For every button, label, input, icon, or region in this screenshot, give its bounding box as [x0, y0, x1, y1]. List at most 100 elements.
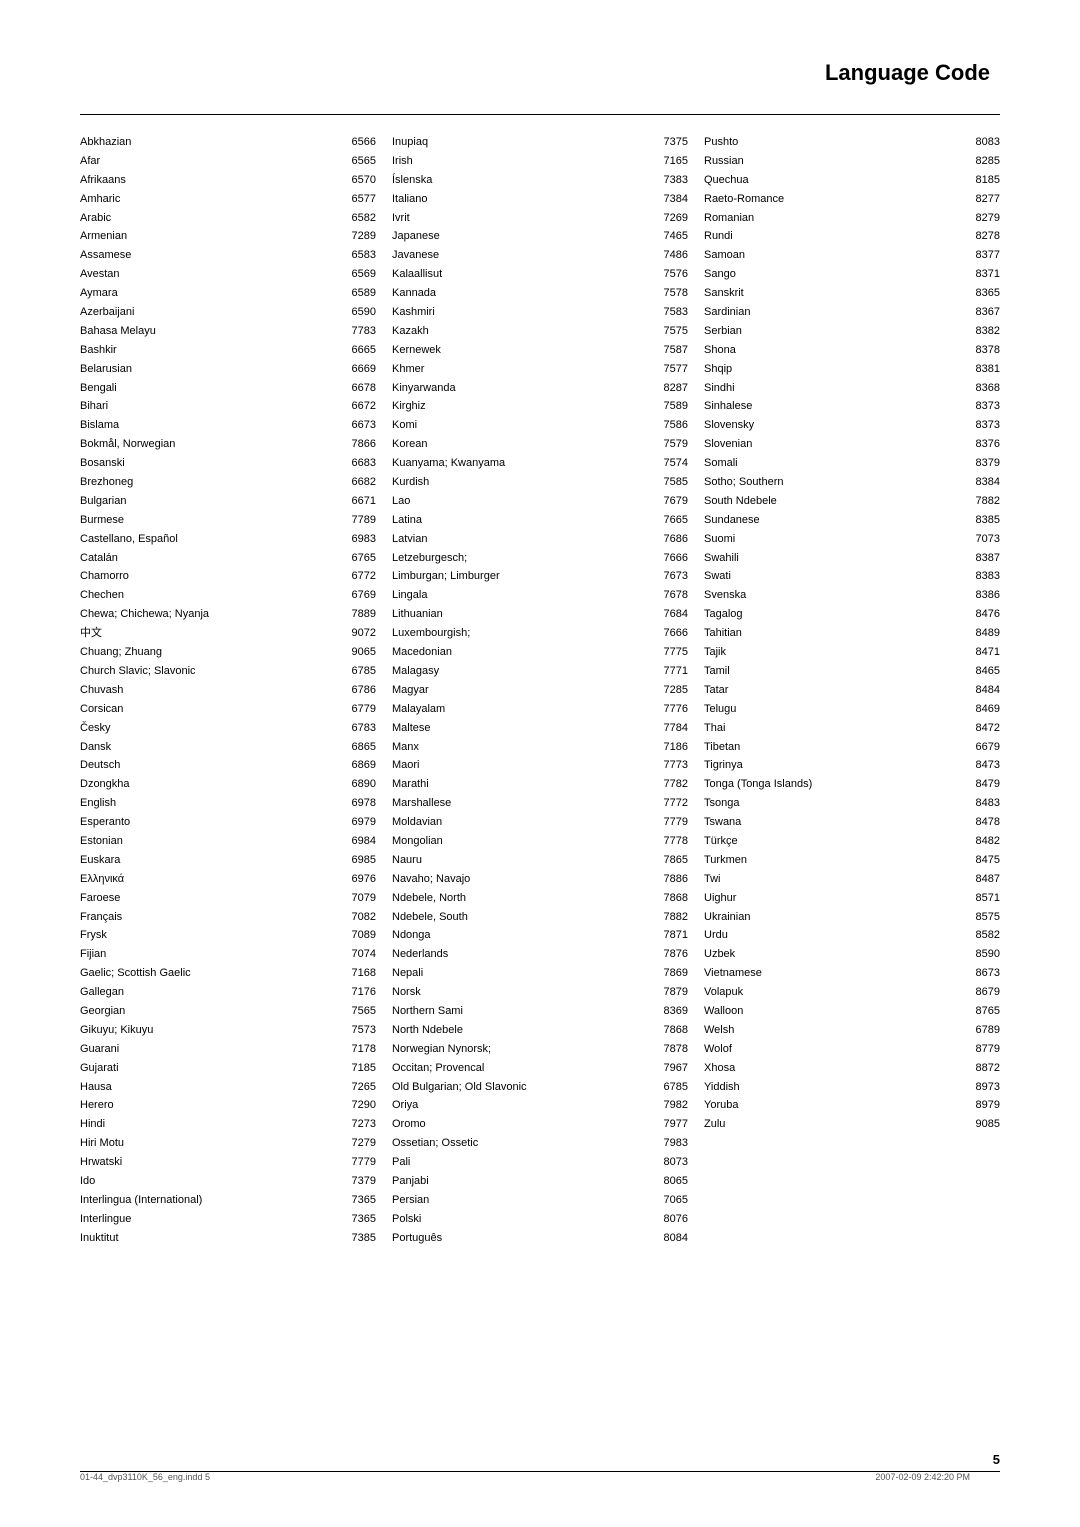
language-name: Yiddish: [704, 1080, 968, 1095]
language-name: Moldavian: [392, 815, 656, 830]
list-item: Inupiaq7375: [392, 135, 688, 150]
language-name: Javanese: [392, 248, 656, 263]
language-name: Euskara: [80, 853, 344, 868]
language-name: Sardinian: [704, 305, 968, 320]
list-item: Chechen6769: [80, 588, 376, 603]
list-item: Lithuanian7684: [392, 607, 688, 622]
language-code: 7285: [656, 683, 688, 698]
language-name: Gaelic; Scottish Gaelic: [80, 966, 344, 981]
language-name: Sanskrit: [704, 286, 968, 301]
language-name: Assamese: [80, 248, 344, 263]
language-name: Navaho; Navajo: [392, 872, 656, 887]
language-name: Korean: [392, 437, 656, 452]
list-item: Japanese7465: [392, 229, 688, 244]
language-code: 7866: [344, 437, 376, 452]
language-name: Belarusian: [80, 362, 344, 377]
language-name: Kernewek: [392, 343, 656, 358]
language-code: 7673: [656, 569, 688, 584]
language-name: Latvian: [392, 532, 656, 547]
language-code: 8279: [968, 211, 1000, 226]
list-item: Occitan; Provencal7967: [392, 1061, 688, 1076]
list-item: Russian8285: [704, 154, 1000, 169]
list-item: Luxembourgish;7666: [392, 626, 688, 641]
list-item: Fijian7074: [80, 947, 376, 962]
language-name: Hausa: [80, 1080, 344, 1095]
language-code: 6671: [344, 494, 376, 509]
list-item: Interlingua (International)7365: [80, 1193, 376, 1208]
list-item: Pushto8083: [704, 135, 1000, 150]
list-item: Maori7773: [392, 758, 688, 773]
language-code: 7772: [656, 796, 688, 811]
language-code: 8367: [968, 305, 1000, 320]
list-item: Zulu9085: [704, 1117, 1000, 1132]
list-item: Kalaallisut7576: [392, 267, 688, 282]
language-code: 7579: [656, 437, 688, 452]
list-item: Chuvash6786: [80, 683, 376, 698]
language-code: 6783: [344, 721, 376, 736]
list-item: Hrwatski7779: [80, 1155, 376, 1170]
language-name: Magyar: [392, 683, 656, 698]
language-name: Tibetan: [704, 740, 968, 755]
language-name: Norsk: [392, 985, 656, 1000]
list-item: Telugu8469: [704, 702, 1000, 717]
language-name: Telugu: [704, 702, 968, 717]
page-number: 5: [993, 1452, 1000, 1467]
language-code: 8368: [968, 381, 1000, 396]
language-code: 6985: [344, 853, 376, 868]
language-name: Marathi: [392, 777, 656, 792]
language-code: 6583: [344, 248, 376, 263]
list-item: Français7082: [80, 910, 376, 925]
language-name: Bashkir: [80, 343, 344, 358]
list-item: Welsh6789: [704, 1023, 1000, 1038]
language-code: 8287: [656, 381, 688, 396]
language-name: Polski: [392, 1212, 656, 1227]
language-code: 8779: [968, 1042, 1000, 1057]
language-code: 6769: [344, 588, 376, 603]
language-name: Castellano, Español: [80, 532, 344, 547]
list-item: Bulgarian6671: [80, 494, 376, 509]
list-item: Latvian7686: [392, 532, 688, 547]
list-item: Tigrinya8473: [704, 758, 1000, 773]
language-code: 6569: [344, 267, 376, 282]
language-name: Suomi: [704, 532, 968, 547]
list-item: Kirghiz7589: [392, 399, 688, 414]
list-item: Norsk7879: [392, 985, 688, 1000]
language-name: Bokmål, Norwegian: [80, 437, 344, 452]
list-item: South Ndebele7882: [704, 494, 1000, 509]
language-code: 7779: [344, 1155, 376, 1170]
language-name: Marshallese: [392, 796, 656, 811]
language-code: 7771: [656, 664, 688, 679]
language-name: Turkmen: [704, 853, 968, 868]
language-code: 6590: [344, 305, 376, 320]
list-item: Dansk6865: [80, 740, 376, 755]
language-name: Avestan: [80, 267, 344, 282]
list-item: Chuang; Zhuang9065: [80, 645, 376, 660]
list-item: Sundanese8385: [704, 513, 1000, 528]
language-name: Brezhoneg: [80, 475, 344, 490]
language-code: 7176: [344, 985, 376, 1000]
language-name: Nauru: [392, 853, 656, 868]
language-name: Vietnamese: [704, 966, 968, 981]
language-table: Abkhazian6566Afar6565Afrikaans6570Amhari…: [80, 135, 1000, 1250]
list-item: Javanese7486: [392, 248, 688, 263]
language-code: 7168: [344, 966, 376, 981]
language-code: 7273: [344, 1117, 376, 1132]
language-name: Sango: [704, 267, 968, 282]
language-code: 8377: [968, 248, 1000, 263]
language-name: Inuktitut: [80, 1231, 344, 1246]
language-code: 8973: [968, 1080, 1000, 1095]
language-name: Samoan: [704, 248, 968, 263]
language-code: 7684: [656, 607, 688, 622]
language-code: 9072: [344, 626, 376, 641]
list-item: Norwegian Nynorsk;7878: [392, 1042, 688, 1057]
list-item: Amharic6577: [80, 192, 376, 207]
list-item: Português8084: [392, 1231, 688, 1246]
language-name: Northern Sami: [392, 1004, 656, 1019]
language-code: 7365: [344, 1193, 376, 1208]
language-name: Uighur: [704, 891, 968, 906]
language-name: Corsican: [80, 702, 344, 717]
language-name: Armenian: [80, 229, 344, 244]
language-name: Japanese: [392, 229, 656, 244]
column-2: Inupiaq7375Irish7165Íslenska7383Italiano…: [384, 135, 696, 1250]
list-item: Church Slavic; Slavonic6785: [80, 664, 376, 679]
